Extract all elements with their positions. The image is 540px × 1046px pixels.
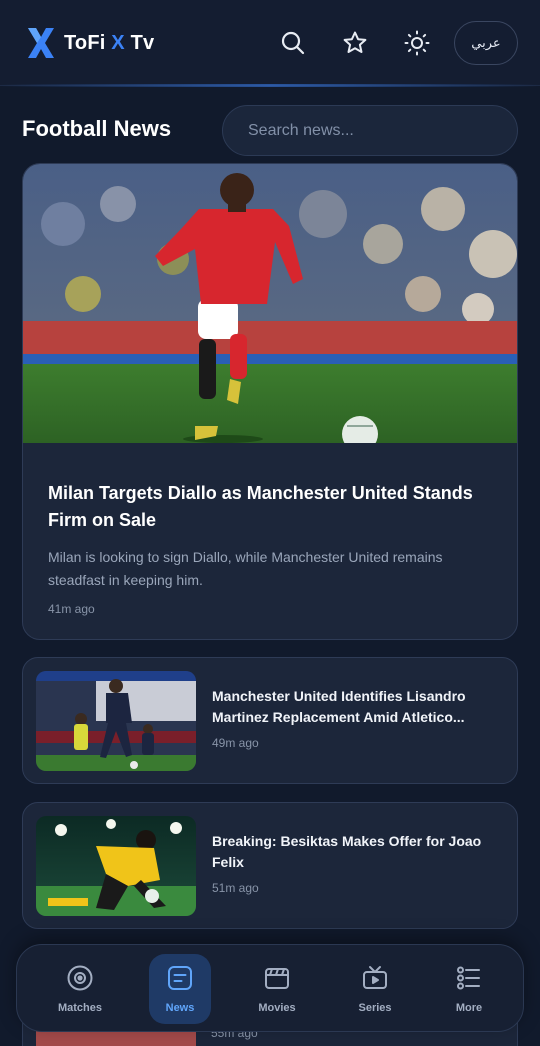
nav-item-series[interactable]: Series [344,954,406,1024]
nav-label: Movies [258,1002,296,1014]
language-toggle-button[interactable]: عربي [454,21,518,65]
featured-article-time: 41m ago [48,602,95,616]
nav-item-movies[interactable]: Movies [246,954,308,1024]
news-search-input[interactable] [222,105,518,156]
star-icon [343,31,367,53]
favorites-button[interactable] [338,26,372,60]
search-button[interactable] [276,26,310,60]
theme-toggle-button[interactable] [400,26,434,60]
article-card[interactable]: Manchester United Identifies Lisandro Ma… [22,657,518,784]
nav-label: Series [358,1002,392,1014]
header-divider [0,84,540,87]
list-icon [457,966,480,990]
bottom-navigation: Matches News Movies Series More [16,944,524,1032]
page-title: Football News [22,116,172,141]
logo-text-prefix: ToFi [64,31,112,54]
nav-label: Matches [57,1002,103,1014]
article-card[interactable]: Breaking: Besiktas Makes Offer for Joao … [22,802,518,929]
search-icon [281,31,305,55]
featured-article-title[interactable]: Milan Targets Diallo as Manchester Unite… [48,480,498,534]
article-time: 51m ago [212,881,259,895]
nav-item-news[interactable]: News [149,954,211,1024]
logo-text-x: X [111,31,125,54]
nav-item-more[interactable]: More [438,954,500,1024]
sun-icon [404,30,430,56]
tv-icon [363,966,387,989]
article-thumbnail [36,671,196,771]
news-screen: ToFi X Tv عربي Football News Search news… [0,0,540,1046]
article-content: Breaking: Besiktas Makes Offer for Joao … [212,831,492,895]
nav-label: More [455,1002,483,1014]
news-icon [168,966,192,990]
featured-article-description: Milan is looking to sign Diallo, while M… [48,549,443,588]
nav-label: News [165,1002,195,1014]
article-title[interactable]: Breaking: Besiktas Makes Offer for Joao … [212,831,492,873]
top-header: ToFi X Tv عربي [0,0,540,86]
clapperboard-icon [265,968,289,989]
article-title[interactable]: Manchester United Identifies Lisandro Ma… [212,686,492,728]
featured-article-content: Milan Targets Diallo as Manchester Unite… [48,480,498,616]
football-icon [67,965,93,991]
article-content: Manchester United Identifies Lisandro Ma… [212,686,492,750]
logo-x-icon [28,28,54,58]
article-thumbnail [36,816,196,916]
logo-text-suffix: Tv [124,31,155,54]
nav-item-matches[interactable]: Matches [49,954,111,1024]
article-time: 49m ago [212,736,259,750]
app-logo[interactable]: ToFi X Tv [26,25,154,61]
featured-article-card[interactable]: Milan Targets Diallo as Manchester Unite… [22,163,518,640]
logo-text: ToFi X Tv [64,32,154,55]
featured-article-image [23,164,517,443]
